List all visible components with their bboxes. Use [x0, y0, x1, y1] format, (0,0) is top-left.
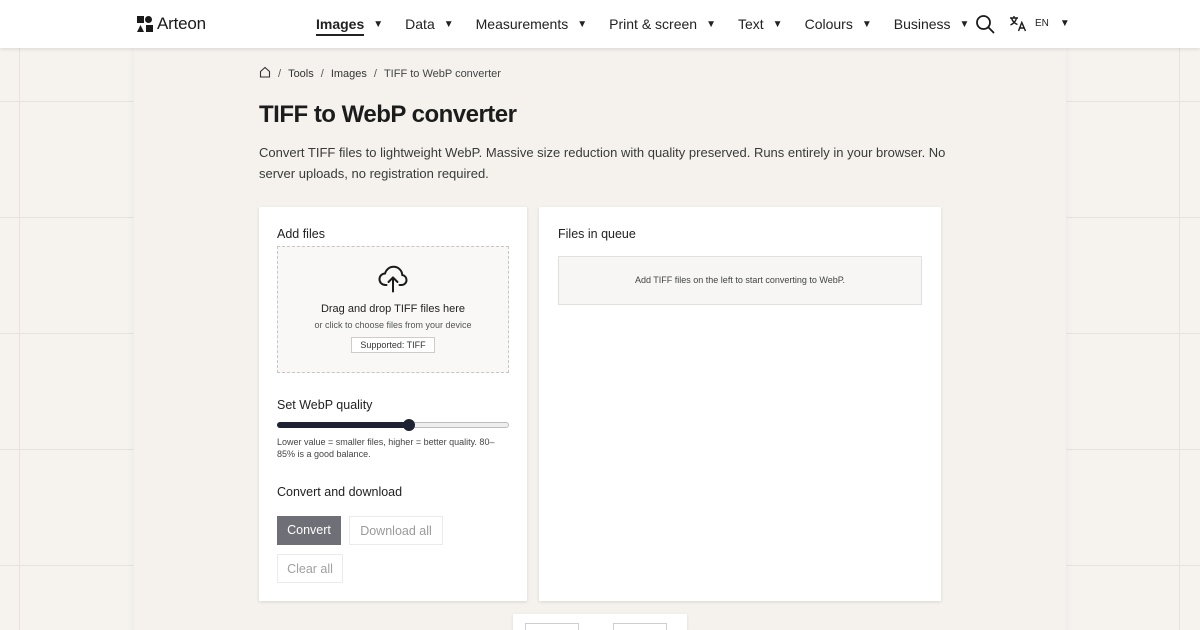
caret-down-icon: ▼	[577, 18, 588, 30]
caret-down-icon: ▼	[1059, 18, 1070, 29]
nav-item-print-screen[interactable]: Print & screen ▼	[609, 0, 716, 48]
caret-down-icon: ▼	[443, 18, 454, 30]
nav-item-images[interactable]: Images ▼	[316, 0, 383, 48]
nav-label: Text	[737, 16, 764, 32]
convert-section-title: Convert and download	[277, 485, 403, 499]
main-nav: Images ▼ Data ▼ Measurements ▼ Print & s…	[316, 0, 991, 48]
breadcrumb-separator: /	[373, 68, 377, 80]
nav-item-text[interactable]: Text ▼	[738, 0, 783, 48]
nav-label: Business	[893, 16, 951, 32]
nav-item-business[interactable]: Business ▼	[894, 0, 970, 48]
search-button[interactable]	[975, 14, 995, 34]
bottom-toolbar	[513, 614, 687, 630]
nav-item-colours[interactable]: Colours ▼	[805, 0, 872, 48]
slider-fill	[277, 422, 410, 428]
language-code: EN	[1035, 18, 1049, 29]
language-selector[interactable]: EN ▼	[1009, 15, 1070, 32]
nav-label: Measurements	[475, 16, 569, 32]
add-files-title: Add files	[277, 227, 325, 241]
caret-down-icon: ▼	[373, 18, 384, 30]
slider-thumb[interactable]	[403, 419, 416, 431]
breadcrumb-separator: /	[320, 68, 324, 80]
clear-all-button[interactable]: Clear all	[277, 554, 343, 583]
brand-logo[interactable]: Arteon	[137, 14, 206, 34]
nav-item-measurements[interactable]: Measurements ▼	[476, 0, 588, 48]
convert-button[interactable]: Convert	[277, 516, 341, 545]
breadcrumb-separator: /	[278, 68, 282, 80]
download-all-button[interactable]: Download all	[349, 516, 443, 545]
bottom-control[interactable]	[525, 623, 579, 630]
files-queue-card: Files in queue Add TIFF files on the lef…	[539, 207, 941, 601]
bottom-control[interactable]	[613, 623, 667, 630]
file-dropzone[interactable]: Drag and drop TIFF files here or click t…	[277, 246, 509, 373]
nav-label: Images	[316, 16, 365, 36]
translate-icon	[1010, 16, 1027, 32]
arteon-logo-icon	[137, 16, 153, 32]
dropzone-title: Drag and drop TIFF files here	[320, 303, 466, 315]
caret-down-icon: ▼	[772, 18, 783, 30]
caret-down-icon: ▼	[959, 18, 970, 30]
quality-title: Set WebP quality	[277, 398, 373, 412]
page-title: TIFF to WebP converter	[259, 101, 517, 128]
breadcrumb-link-tools[interactable]: Tools	[288, 68, 314, 80]
nav-item-data[interactable]: Data ▼	[405, 0, 453, 48]
queue-empty-state: Add TIFF files on the left to start conv…	[558, 256, 922, 305]
converter-controls-card: Add files Drag and drop TIFF files here …	[259, 207, 527, 601]
quality-slider[interactable]	[277, 418, 509, 432]
page-description: Convert TIFF files to lightweight WebP. …	[259, 145, 946, 181]
breadcrumb-link-images[interactable]: Images	[331, 68, 367, 80]
top-header: Arteon Images ▼ Data ▼ Measurements ▼ Pr…	[0, 0, 1200, 48]
breadcrumb-current: TIFF to WebP converter	[383, 68, 501, 80]
caret-down-icon: ▼	[861, 18, 872, 30]
nav-label: Data	[405, 16, 435, 32]
brand-name: Arteon	[157, 14, 206, 33]
queue-title: Files in queue	[558, 227, 636, 241]
search-icon	[976, 15, 995, 34]
supported-formats-badge: Supported: TIFF	[351, 337, 435, 353]
quality-hint: Lower value = smaller files, higher = be…	[277, 437, 495, 459]
nav-label: Print & screen	[609, 16, 698, 32]
home-icon[interactable]	[259, 66, 271, 78]
caret-down-icon: ▼	[706, 18, 716, 30]
dropzone-subtitle: or click to choose files from your devic…	[314, 320, 472, 330]
breadcrumb: / Tools / Images / TIFF to WebP converte…	[259, 66, 501, 80]
cloud-upload-icon	[378, 265, 408, 293]
nav-label: Colours	[804, 16, 853, 32]
